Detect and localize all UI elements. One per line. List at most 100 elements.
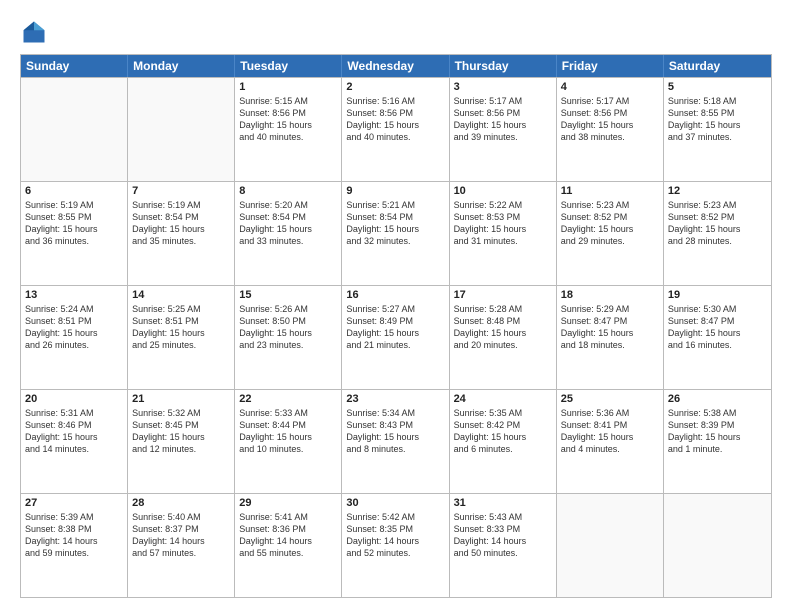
weekday-header: Monday	[128, 55, 235, 77]
cell-line: Sunset: 8:53 PM	[454, 211, 552, 223]
cell-line: Sunset: 8:49 PM	[346, 315, 444, 327]
cell-line: Sunrise: 5:40 AM	[132, 511, 230, 523]
cell-line: Sunrise: 5:19 AM	[25, 199, 123, 211]
calendar-cell: 16Sunrise: 5:27 AMSunset: 8:49 PMDayligh…	[342, 286, 449, 389]
cell-line: Sunset: 8:56 PM	[346, 107, 444, 119]
cell-line: and 39 minutes.	[454, 131, 552, 143]
weekday-header: Wednesday	[342, 55, 449, 77]
cell-line: and 38 minutes.	[561, 131, 659, 143]
cell-line: Sunrise: 5:20 AM	[239, 199, 337, 211]
cell-line: Daylight: 14 hours	[25, 535, 123, 547]
cell-line: and 6 minutes.	[454, 443, 552, 455]
cell-line: Sunrise: 5:29 AM	[561, 303, 659, 315]
cell-line: and 32 minutes.	[346, 235, 444, 247]
cell-line: Daylight: 15 hours	[668, 431, 767, 443]
cell-line: Sunrise: 5:25 AM	[132, 303, 230, 315]
weekday-header: Saturday	[664, 55, 771, 77]
cell-line: and 35 minutes.	[132, 235, 230, 247]
calendar-cell: 18Sunrise: 5:29 AMSunset: 8:47 PMDayligh…	[557, 286, 664, 389]
cell-line: Sunset: 8:51 PM	[25, 315, 123, 327]
cell-line: and 29 minutes.	[561, 235, 659, 247]
calendar-cell: 8 Sunrise: 5:20 AMSunset: 8:54 PMDaylight…	[235, 182, 342, 285]
cell-line: and 4 minutes.	[561, 443, 659, 455]
cell-line: and 40 minutes.	[239, 131, 337, 143]
calendar-cell	[21, 78, 128, 181]
cell-line: Sunset: 8:55 PM	[668, 107, 767, 119]
cell-line: Daylight: 15 hours	[25, 327, 123, 339]
page: SundayMondayTuesdayWednesdayThursdayFrid…	[0, 0, 792, 612]
cell-line: and 55 minutes.	[239, 547, 337, 559]
cell-line: Sunset: 8:33 PM	[454, 523, 552, 535]
cell-line: Sunrise: 5:28 AM	[454, 303, 552, 315]
cell-line: and 36 minutes.	[25, 235, 123, 247]
cell-line: Daylight: 15 hours	[346, 327, 444, 339]
cell-line: Sunset: 8:47 PM	[561, 315, 659, 327]
cell-line: Daylight: 15 hours	[668, 119, 767, 131]
cell-line: and 12 minutes.	[132, 443, 230, 455]
cell-line: and 20 minutes.	[454, 339, 552, 351]
day-number: 8	[239, 185, 337, 197]
cell-line: and 59 minutes.	[25, 547, 123, 559]
cell-line: Sunrise: 5:30 AM	[668, 303, 767, 315]
day-number: 6	[25, 185, 123, 197]
cell-line: Sunrise: 5:23 AM	[561, 199, 659, 211]
calendar-cell: 10Sunrise: 5:22 AMSunset: 8:53 PMDayligh…	[450, 182, 557, 285]
cell-line: Daylight: 15 hours	[454, 119, 552, 131]
day-number: 27	[25, 497, 123, 509]
cell-line: and 50 minutes.	[454, 547, 552, 559]
day-number: 21	[132, 393, 230, 405]
weekday-header: Tuesday	[235, 55, 342, 77]
calendar-cell: 14 Sunrise: 5:25 AMSunset: 8:51 PMDayligh…	[128, 286, 235, 389]
cell-line: and 18 minutes.	[561, 339, 659, 351]
calendar-cell: 11Sunrise: 5:23 AMSunset: 8:52 PMDayligh…	[557, 182, 664, 285]
day-number: 14	[132, 289, 230, 301]
day-number: 3	[454, 81, 552, 93]
calendar-cell: 28Sunrise: 5:40 AMSunset: 8:37 PMDayligh…	[128, 494, 235, 597]
cell-line: Sunrise: 5:35 AM	[454, 407, 552, 419]
cell-line: Daylight: 15 hours	[454, 223, 552, 235]
header	[20, 18, 772, 46]
cell-line: Daylight: 15 hours	[132, 327, 230, 339]
calendar-cell: 17Sunrise: 5:28 AMSunset: 8:48 PMDayligh…	[450, 286, 557, 389]
calendar-cell: 21Sunrise: 5:32 AMSunset: 8:45 PMDayligh…	[128, 390, 235, 493]
cell-line: Sunset: 8:54 PM	[132, 211, 230, 223]
calendar-cell: 29Sunrise: 5:41 AMSunset: 8:36 PMDayligh…	[235, 494, 342, 597]
cell-line: Sunrise: 5:17 AM	[561, 95, 659, 107]
cell-line: Sunset: 8:56 PM	[239, 107, 337, 119]
cell-line: Sunset: 8:50 PM	[239, 315, 337, 327]
calendar-cell: 27Sunrise: 5:39 AMSunset: 8:38 PMDayligh…	[21, 494, 128, 597]
day-number: 20	[25, 393, 123, 405]
cell-line: Daylight: 15 hours	[346, 119, 444, 131]
calendar-cell: 30Sunrise: 5:42 AMSunset: 8:35 PMDayligh…	[342, 494, 449, 597]
cell-line: Daylight: 15 hours	[239, 431, 337, 443]
day-number: 30	[346, 497, 444, 509]
cell-line: Sunrise: 5:17 AM	[454, 95, 552, 107]
calendar-cell: 31Sunrise: 5:43 AMSunset: 8:33 PMDayligh…	[450, 494, 557, 597]
cell-line: and 25 minutes.	[132, 339, 230, 351]
cell-line: Daylight: 15 hours	[239, 327, 337, 339]
cell-line: Sunset: 8:37 PM	[132, 523, 230, 535]
day-number: 23	[346, 393, 444, 405]
calendar-cell: 7Sunrise: 5:19 AMSunset: 8:54 PMDaylight…	[128, 182, 235, 285]
cell-line: Daylight: 14 hours	[454, 535, 552, 547]
cell-line: and 14 minutes.	[25, 443, 123, 455]
calendar-header: SundayMondayTuesdayWednesdayThursdayFrid…	[21, 55, 771, 77]
day-number: 28	[132, 497, 230, 509]
cell-line: Sunset: 8:54 PM	[239, 211, 337, 223]
day-number: 5	[668, 81, 767, 93]
cell-line: Sunrise: 5:21 AM	[346, 199, 444, 211]
day-number: 4	[561, 81, 659, 93]
cell-line: Daylight: 15 hours	[346, 431, 444, 443]
day-number: 11	[561, 185, 659, 197]
cell-line: Sunset: 8:46 PM	[25, 419, 123, 431]
cell-line: Sunrise: 5:22 AM	[454, 199, 552, 211]
cell-line: Sunset: 8:56 PM	[454, 107, 552, 119]
cell-line: Daylight: 15 hours	[132, 431, 230, 443]
calendar-cell: 9Sunrise: 5:21 AMSunset: 8:54 PMDaylight…	[342, 182, 449, 285]
cell-line: Sunrise: 5:39 AM	[25, 511, 123, 523]
cell-line: and 40 minutes.	[346, 131, 444, 143]
cell-line: Daylight: 15 hours	[346, 223, 444, 235]
cell-line: Sunrise: 5:16 AM	[346, 95, 444, 107]
cell-line: Sunset: 8:51 PM	[132, 315, 230, 327]
cell-line: Daylight: 15 hours	[239, 223, 337, 235]
